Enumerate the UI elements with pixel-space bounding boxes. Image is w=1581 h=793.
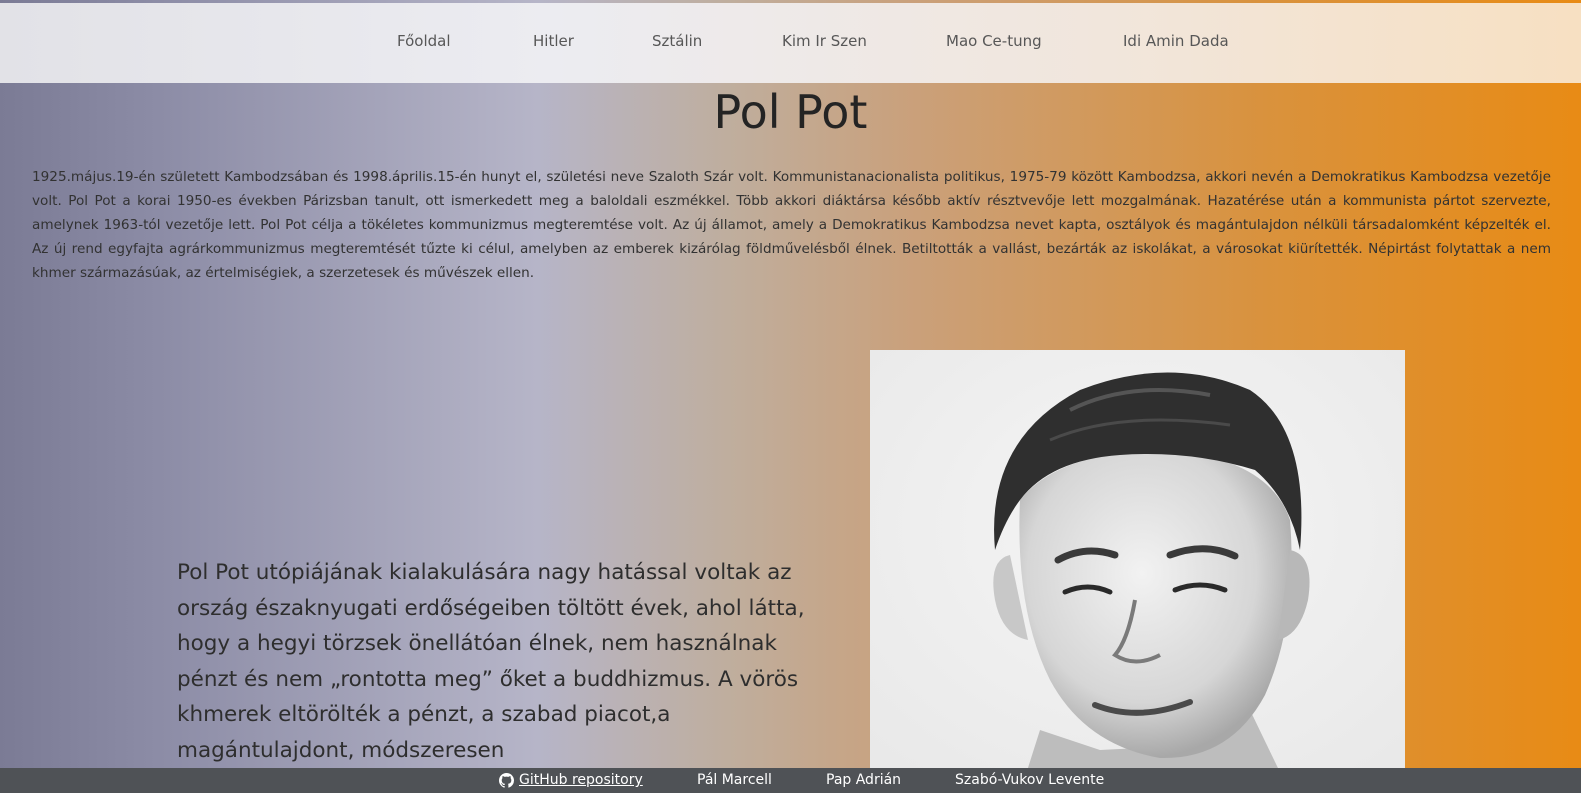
top-navigation: Főoldal Hitler Sztálin Kim Ir Szen Mao C… [0, 3, 1581, 83]
nav-link-home[interactable]: Főoldal [397, 32, 451, 50]
github-repository-link[interactable]: GitHub repository [519, 772, 643, 788]
page-title: Pol Pot [713, 85, 868, 139]
utopia-paragraph: Pol Pot utópiájának kialakulására nagy h… [177, 560, 805, 763]
author-pap-adrian: Pap Adrián [826, 772, 902, 788]
github-icon[interactable] [499, 773, 514, 788]
author-pal-marcell: Pál Marcell [697, 772, 772, 788]
portrait-photo [870, 350, 1405, 793]
nav-link-mao[interactable]: Mao Ce-tung [946, 32, 1042, 50]
author-szabo-vukov-levente: Szabó-Vukov Levente [955, 772, 1105, 788]
nav-link-idi-amin[interactable]: Idi Amin Dada [1123, 32, 1229, 50]
nav-link-stalin[interactable]: Sztálin [652, 32, 702, 50]
nav-link-hitler[interactable]: Hitler [533, 32, 574, 50]
site-footer: GitHub repository Pál Marcell Pap Adrián… [0, 768, 1581, 793]
nav-link-kim-il-sung[interactable]: Kim Ir Szen [782, 32, 867, 50]
intro-paragraph: 1925.május.19-én született Kambodzsában … [32, 169, 1551, 281]
